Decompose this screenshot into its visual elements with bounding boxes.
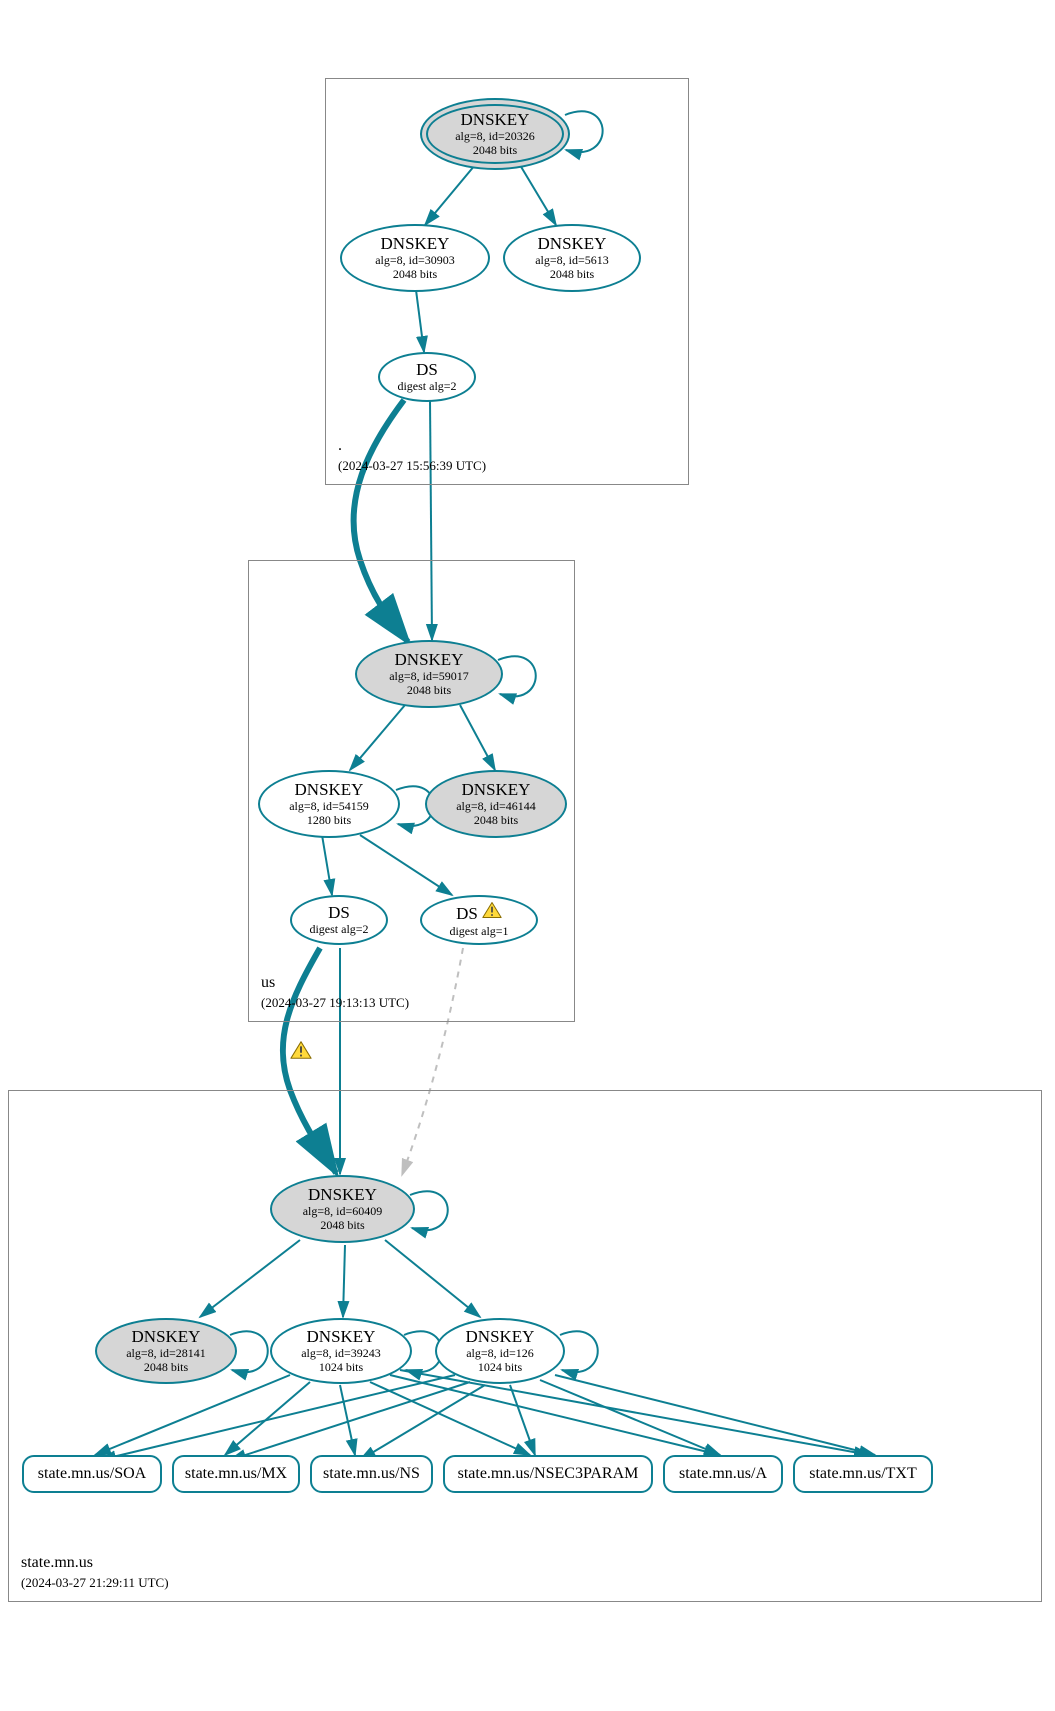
warning-icon: [290, 1040, 310, 1058]
zone-state-time: (2024-03-27 21:29:11 UTC): [21, 1575, 169, 1590]
root-zsk: DNSKEY alg=8, id=30903 2048 bits: [340, 224, 490, 292]
rr-nsec3param: state.mn.us/NSEC3PARAM: [443, 1455, 653, 1493]
root-ksk: DNSKEY alg=8, id=20326 2048 bits: [420, 98, 570, 170]
zone-state-name: state.mn.us: [21, 1554, 93, 1571]
zone-root-name: .: [338, 437, 342, 454]
zone-us-name: us: [261, 974, 275, 991]
zone-root-time: (2024-03-27 15:56:39 UTC): [338, 458, 486, 473]
us-zsk: DNSKEY alg=8, id=54159 1280 bits: [258, 770, 400, 838]
rr-mx: state.mn.us/MX: [172, 1455, 300, 1493]
rr-soa: state.mn.us/SOA: [22, 1455, 162, 1493]
rr-ns: state.mn.us/NS: [310, 1455, 433, 1493]
us-ksk: DNSKEY alg=8, id=59017 2048 bits: [355, 640, 503, 708]
us-ds-alg2: DS digest alg=2: [290, 895, 388, 945]
zone-us-time: (2024-03-27 19:13:13 UTC): [261, 995, 409, 1010]
warning-icon: [482, 901, 502, 919]
root-ds: DS digest alg=2: [378, 352, 476, 402]
state-zsk-39243: DNSKEY alg=8, id=39243 1024 bits: [270, 1318, 412, 1384]
state-ksk: DNSKEY alg=8, id=60409 2048 bits: [270, 1175, 415, 1243]
state-key-28141: DNSKEY alg=8, id=28141 2048 bits: [95, 1318, 237, 1384]
state-zsk-126: DNSKEY alg=8, id=126 1024 bits: [435, 1318, 565, 1384]
root-key-5613: DNSKEY alg=8, id=5613 2048 bits: [503, 224, 641, 292]
us-ds-alg1: DS digest alg=1: [420, 895, 538, 945]
rr-a: state.mn.us/A: [663, 1455, 783, 1493]
rr-txt: state.mn.us/TXT: [793, 1455, 933, 1493]
us-key-46144: DNSKEY alg=8, id=46144 2048 bits: [425, 770, 567, 838]
